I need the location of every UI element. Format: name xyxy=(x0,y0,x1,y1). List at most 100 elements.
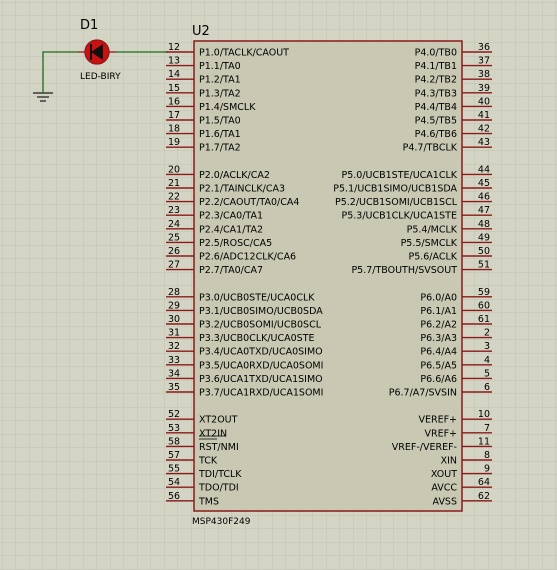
pin-label: TDO/TDI xyxy=(198,483,239,494)
pin-label: P5.5/SMCLK xyxy=(401,238,458,249)
pin-number: 7 xyxy=(484,423,490,434)
pin-label: RST/NMI xyxy=(199,442,239,453)
pin-number: 31 xyxy=(168,328,180,339)
pin-label: P2.2/CAOUT/TA0/CA4 xyxy=(199,197,299,208)
pin-number: 56 xyxy=(168,491,180,502)
pin-number: 59 xyxy=(478,287,490,298)
pin-label: P3.7/UCA1RXD/UCA1SOMI xyxy=(199,388,323,399)
pin-label: P6.6/A6 xyxy=(420,374,457,385)
pin-number: 11 xyxy=(478,436,490,447)
pin-label: XOUT xyxy=(431,469,457,480)
pin-number: 9 xyxy=(484,464,490,475)
pin-number: 10 xyxy=(478,409,490,420)
pin-number: 45 xyxy=(478,178,490,189)
pin-label: P3.2/UCB0SOMI/UCB0SCL xyxy=(199,320,322,331)
pin-number: 35 xyxy=(168,382,180,393)
pin-number: 26 xyxy=(168,246,180,257)
pin-label: P2.7/TA0/CA7 xyxy=(199,265,263,276)
pin-number: 47 xyxy=(478,205,490,216)
pin-number: 51 xyxy=(478,260,490,271)
chip-u2[interactable]: U2 12 P1.0/TACLK/CAOUT 13 P1.1/TA0 14 P1.2/TA… xyxy=(166,24,492,527)
pin-label: P4.5/TB5 xyxy=(415,116,457,127)
pin-label: P6.2/A2 xyxy=(420,320,457,331)
pin-number: 42 xyxy=(478,124,490,135)
pin-label: P3.1/UCB0SIMO/UCB0SDA xyxy=(199,306,323,317)
pin-number: 52 xyxy=(168,409,180,420)
pin-label: P5.7/TBOUTH/SVSOUT xyxy=(351,265,457,276)
pin-number: 43 xyxy=(478,137,490,148)
pin-label: P2.3/CA0/TA1 xyxy=(199,211,263,222)
pin-label: P1.2/TA1 xyxy=(199,75,241,86)
pin-number: 38 xyxy=(478,69,490,80)
pin-number: 62 xyxy=(478,491,490,502)
chip-part-label: MSP430F249 xyxy=(192,517,251,527)
pin-number: 23 xyxy=(168,205,180,216)
pin-number: 48 xyxy=(478,219,490,230)
pin-label: P6.7/A7/SVSIN xyxy=(389,388,457,399)
pin-number: 61 xyxy=(478,314,490,325)
pin-number: 34 xyxy=(168,368,180,379)
pin-label: VEREF+ xyxy=(418,415,457,426)
pin-number: 20 xyxy=(168,164,180,175)
pin-number: 33 xyxy=(168,355,180,366)
pin-label: P5.4/MCLK xyxy=(407,224,458,235)
pin-number: 14 xyxy=(168,69,180,80)
led-ref-label: D1 xyxy=(80,18,98,33)
schematic-canvas[interactable]: D1 LED-BIRY U2 12 P1.0/TACLK/CAOUT 13 P1.1/… xyxy=(0,0,557,570)
pin-number: 28 xyxy=(168,287,180,298)
pin-label: AVCC xyxy=(431,483,457,494)
pin-number: 40 xyxy=(478,96,490,107)
pin-label: P1.5/TA0 xyxy=(199,116,241,127)
pin-label: XT2OUT xyxy=(199,415,238,426)
pin-number: 50 xyxy=(478,246,490,257)
pin-label: TCK xyxy=(198,456,218,467)
pin-number: 36 xyxy=(478,42,490,53)
pin-label: P2.6/ADC12CLK/CA6 xyxy=(199,252,296,263)
pin-number: 29 xyxy=(168,300,180,311)
pin-label: TDI/TCLK xyxy=(198,469,242,480)
pin-number: 25 xyxy=(168,232,180,243)
pin-number: 5 xyxy=(484,368,490,379)
pin-label: P4.7/TBCLK xyxy=(403,143,458,154)
pin-label: P4.6/TB6 xyxy=(415,129,457,140)
pin-label: P4.2/TB2 xyxy=(415,75,457,86)
pin-label: VREF-/VEREF- xyxy=(392,442,457,453)
pin-number: 27 xyxy=(168,260,180,271)
pin-label: P1.6/TA1 xyxy=(199,129,241,140)
pin-number: 13 xyxy=(168,56,180,67)
pin-label: P2.0/ACLK/CA2 xyxy=(199,170,270,181)
pin-number: 30 xyxy=(168,314,180,325)
pin-label: P3.0/UCB0STE/UCA0CLK xyxy=(199,292,315,303)
pin-number: 15 xyxy=(168,83,180,94)
pin-label: P5.2/UCB1SOMI/UCB1SCL xyxy=(335,197,458,208)
pin-label: P3.4/UCA0TXD/UCA0SIMO xyxy=(199,347,323,358)
pin-number: 19 xyxy=(168,137,180,148)
pin-label: XIN xyxy=(441,456,457,467)
pin-label: P5.3/UCB1CLK/UCA1STE xyxy=(341,211,457,222)
pin-number: 4 xyxy=(484,355,490,366)
pin-number: 41 xyxy=(478,110,490,121)
pin-label: P2.4/CA1/TA2 xyxy=(199,224,263,235)
pin-label: P1.4/SMCLK xyxy=(199,102,256,113)
pin-number: 55 xyxy=(168,464,180,475)
pin-label: AVSS xyxy=(433,496,457,507)
pin-label: TMS xyxy=(198,496,219,507)
pin-label: P2.5/ROSC/CA5 xyxy=(199,238,272,249)
pin-number: 64 xyxy=(478,477,490,488)
pin-number: 60 xyxy=(478,300,490,311)
pin-label: XT2IN xyxy=(199,428,227,439)
pin-label: P5.6/ACLK xyxy=(408,252,457,263)
pin-number: 3 xyxy=(484,341,490,352)
pin-number: 39 xyxy=(478,83,490,94)
pin-label: P1.7/TA2 xyxy=(199,143,241,154)
pin-number: 58 xyxy=(168,436,180,447)
pin-label: P5.1/UCB1SIMO/UCB1SDA xyxy=(333,184,457,195)
pin-number: 37 xyxy=(478,56,490,67)
pin-number: 32 xyxy=(168,341,180,352)
pin-label: P1.1/TA0 xyxy=(199,61,241,72)
pin-label: P3.3/UCB0CLK/UCA0STE xyxy=(199,333,315,344)
pin-number: 18 xyxy=(168,124,180,135)
pin-number: 54 xyxy=(168,477,180,488)
pin-number: 22 xyxy=(168,192,180,203)
pin-number: 17 xyxy=(168,110,180,121)
